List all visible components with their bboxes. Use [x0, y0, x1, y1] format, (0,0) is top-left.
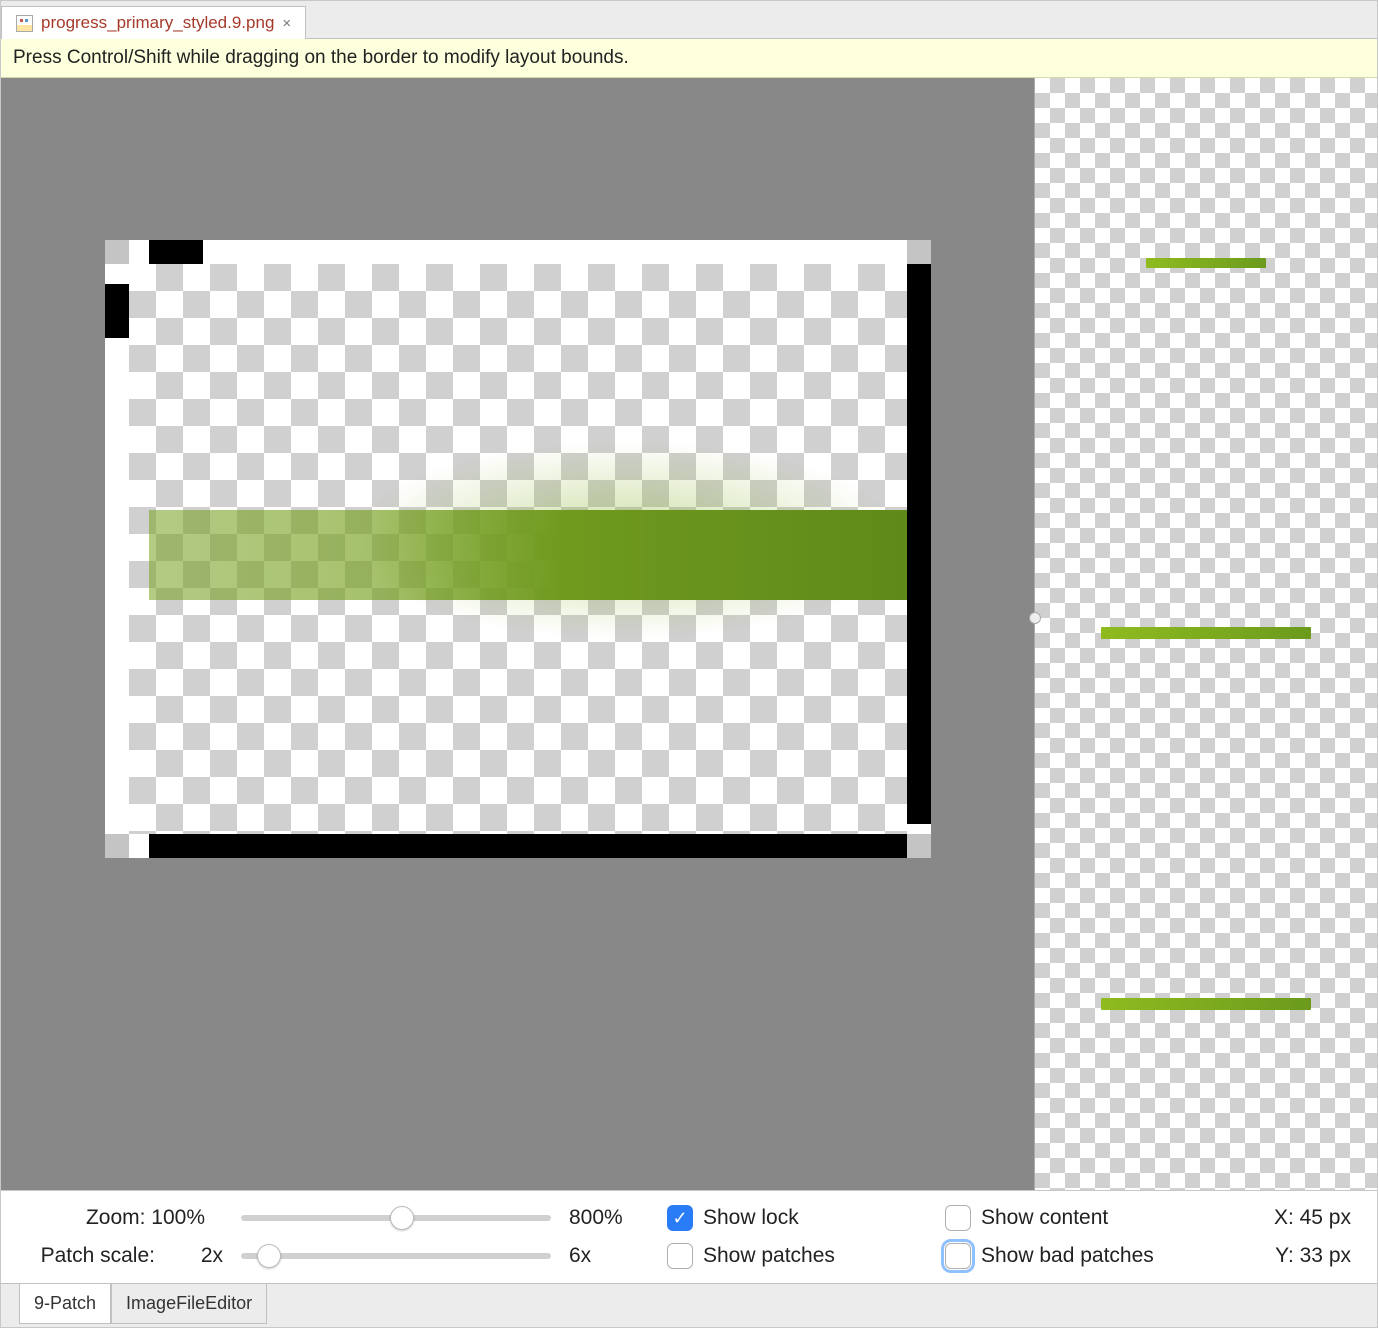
preview-sample-medium — [1101, 627, 1311, 639]
content-marker-bottom[interactable] — [149, 834, 907, 858]
corner-br — [907, 834, 931, 858]
controls-panel: Zoom: 100% 800% ✓ Show lock Show content… — [1, 1190, 1377, 1283]
stretch-marker-top[interactable] — [149, 240, 203, 264]
bottom-tab-bar: 9-Patch ImageFileEditor — [1, 1283, 1377, 1327]
editor-area — [1, 78, 1377, 1190]
nine-patch-border-left[interactable] — [105, 264, 129, 834]
image-file-icon — [16, 15, 33, 32]
close-icon[interactable]: × — [282, 15, 291, 32]
patch-scale-slider[interactable] — [241, 1253, 551, 1259]
tab-9patch[interactable]: 9-Patch — [19, 1284, 111, 1324]
stretch-marker-left[interactable] — [105, 284, 129, 338]
zoom-label: Zoom: 100% — [15, 1206, 205, 1230]
file-tab[interactable]: progress_primary_styled.9.png × — [1, 6, 306, 39]
zoom-slider-thumb[interactable] — [390, 1206, 414, 1230]
patch-min: 2x — [173, 1244, 223, 1268]
hint-bar: Press Control/Shift while dragging on th… — [1, 39, 1377, 78]
preview-panel — [1034, 78, 1377, 1190]
nine-patch-border-top[interactable] — [129, 240, 907, 264]
show-lock-checkbox[interactable]: ✓ — [667, 1205, 693, 1231]
show-lock-label: Show lock — [703, 1206, 799, 1230]
file-tab-bar: progress_primary_styled.9.png × — [1, 1, 1377, 39]
patch-max: 6x — [569, 1244, 649, 1268]
coord-y: Y: 33 px — [1243, 1244, 1363, 1268]
show-content-label: Show content — [981, 1206, 1108, 1230]
content-marker-right[interactable] — [907, 264, 931, 824]
coord-x: X: 45 px — [1243, 1206, 1363, 1230]
patch-scale-slider-thumb[interactable] — [257, 1244, 281, 1268]
show-bad-patches-checkbox[interactable] — [945, 1243, 971, 1269]
nine-patch-canvas[interactable] — [105, 240, 931, 858]
main-canvas[interactable] — [1, 78, 1034, 1190]
corner-tl — [105, 240, 129, 264]
progress-bar — [149, 510, 907, 600]
zoom-max: 800% — [569, 1206, 649, 1230]
hint-text: Press Control/Shift while dragging on th… — [13, 47, 629, 68]
preview-sample-large — [1101, 998, 1311, 1010]
preview-sample-small — [1146, 258, 1266, 268]
splitter-handle[interactable] — [1029, 612, 1041, 624]
file-tab-label: progress_primary_styled.9.png — [41, 13, 274, 33]
show-patches-checkbox[interactable] — [667, 1243, 693, 1269]
show-content-checkbox[interactable] — [945, 1205, 971, 1231]
corner-bl — [105, 834, 129, 858]
patch-scale-label: Patch scale: — [15, 1244, 155, 1268]
tab-image-file-editor[interactable]: ImageFileEditor — [111, 1284, 267, 1324]
zoom-slider[interactable] — [241, 1215, 551, 1221]
show-bad-patches-label: Show bad patches — [981, 1244, 1154, 1268]
corner-tr — [907, 240, 931, 264]
show-patches-label: Show patches — [703, 1244, 835, 1268]
